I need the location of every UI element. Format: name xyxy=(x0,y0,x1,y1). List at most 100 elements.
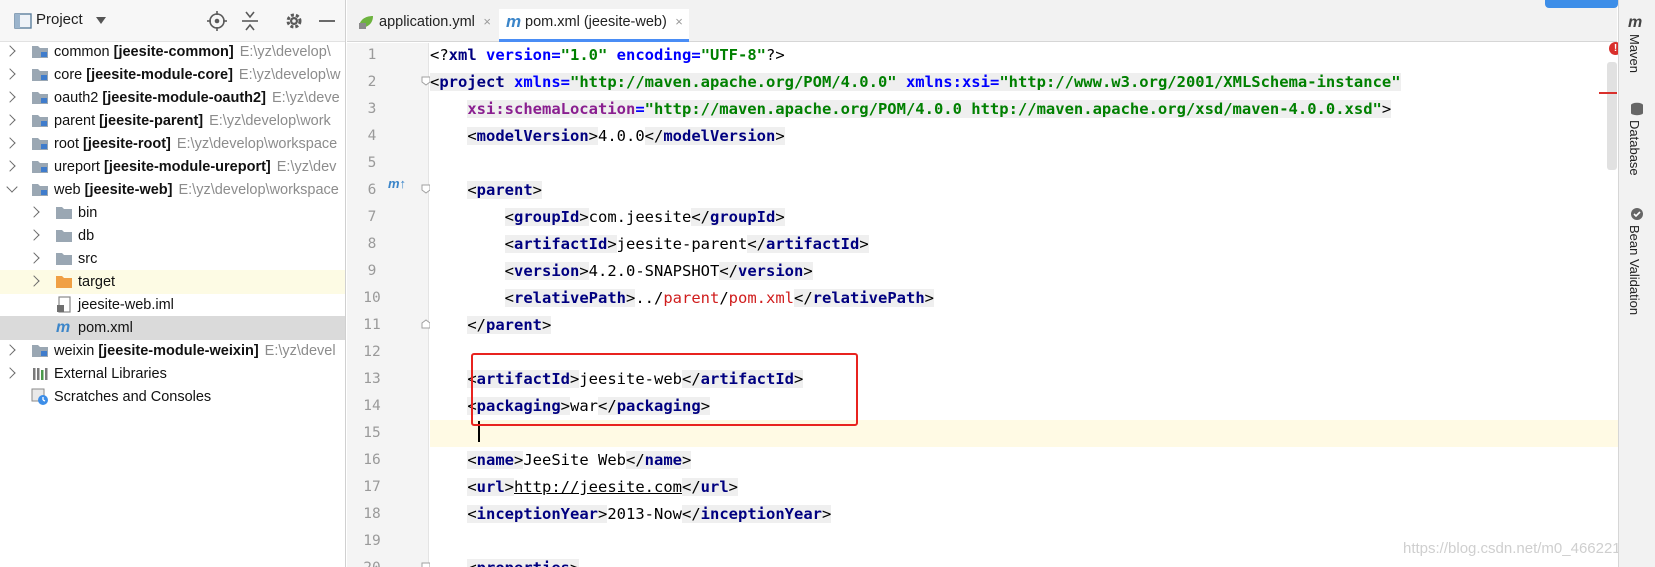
module-name: ureport xyxy=(54,159,100,175)
tree-label: Scratches and Consoles xyxy=(54,389,212,405)
tree-label: External Libraries xyxy=(54,366,167,382)
tree-item-common[interactable]: common [jeesite-common] E:\yz\develop\ xyxy=(0,40,345,64)
project-header: Project xyxy=(0,0,345,42)
locate-icon[interactable] xyxy=(206,10,228,32)
tree-item-pom[interactable]: m pom.xml xyxy=(0,316,345,340)
editor-tab-bar: application.yml × m pom.xml (jeesite-web… xyxy=(347,0,1617,42)
line-number: 3 xyxy=(367,101,377,117)
code-line-10: <relativePath>../parent/pom.xml</relativ… xyxy=(504,289,934,307)
chevron-right-icon[interactable] xyxy=(4,91,16,103)
chevron-right-icon[interactable] xyxy=(28,229,40,241)
code-editor[interactable]: <?xml version="1.0" encoding="UTF-8"?> <… xyxy=(430,43,1618,567)
module-name: weixin xyxy=(54,343,95,359)
tab-application-yml[interactable]: application.yml × xyxy=(353,9,497,35)
line-number: 10 xyxy=(363,290,381,306)
project-view-icon xyxy=(14,13,32,29)
tree-item-external-libraries[interactable]: External Libraries xyxy=(0,362,345,386)
module-folder-icon xyxy=(32,184,48,196)
line-number: 15 xyxy=(363,425,381,441)
tree-item-src[interactable]: src xyxy=(0,247,345,271)
chevron-right-icon[interactable] xyxy=(4,45,16,57)
line-number: 14 xyxy=(363,398,381,414)
folder-icon xyxy=(56,230,72,242)
tree-item-bin[interactable]: bin xyxy=(0,201,345,225)
line-number: 20 xyxy=(347,555,397,567)
tree-item-db[interactable]: db xyxy=(0,224,345,248)
maven-icon: m xyxy=(1628,14,1643,31)
watermark: https://blog.csdn.net/m0_46622166 xyxy=(1403,540,1638,557)
excluded-folder-icon xyxy=(56,276,72,288)
module-artifact: [jeesite-module-ureport] xyxy=(103,159,271,175)
module-folder-icon xyxy=(32,46,48,58)
editor-scrollbar[interactable] xyxy=(1607,62,1617,170)
folder-name: db xyxy=(78,228,95,244)
hide-icon[interactable] xyxy=(316,10,338,32)
tree-item-ureport[interactable]: ureport [jeesite-module-ureport] E:\yz\de… xyxy=(0,155,345,179)
chevron-down-icon[interactable] xyxy=(96,17,106,24)
tab-database[interactable]: Database xyxy=(1627,120,1642,176)
line-number: 19 xyxy=(363,533,381,549)
tab-bean-validation[interactable]: Bean Validation xyxy=(1627,225,1642,315)
url-link[interactable]: http://jeesite.com xyxy=(514,478,682,496)
chevron-right-icon[interactable] xyxy=(4,344,16,356)
bean-validation-icon xyxy=(1631,208,1643,220)
collapse-all-icon[interactable] xyxy=(239,10,261,32)
folder-name: bin xyxy=(78,205,98,221)
tree-item-iml[interactable]: jeesite-web.iml xyxy=(0,293,345,317)
module-artifact: [jeesite-parent] xyxy=(99,113,204,129)
module-folder-icon xyxy=(32,92,48,104)
tree-item-weixin[interactable]: weixin [jeesite-module-weixin] E:\yz\deve… xyxy=(0,339,345,363)
file-name: jeesite-web.iml xyxy=(78,297,174,313)
module-artifact: [jeesite-module-weixin] xyxy=(98,343,259,359)
project-view-title[interactable]: Project xyxy=(36,11,83,28)
tree-item-scratches[interactable]: Scratches and Consoles xyxy=(0,385,345,409)
module-folder-icon xyxy=(32,115,48,127)
module-folder-icon xyxy=(32,345,48,357)
tree-item-target[interactable]: target xyxy=(0,270,345,294)
maven-parent-marker-icon[interactable]: m↑ xyxy=(388,176,406,191)
tree-item-web[interactable]: web [jeesite-web] E:\yz\develop\workspace xyxy=(0,178,345,202)
tab-pom-xml[interactable]: m pom.xml (jeesite-web) × xyxy=(499,9,689,42)
chevron-right-icon[interactable] xyxy=(28,275,40,287)
chevron-right-icon[interactable] xyxy=(28,252,40,264)
line-number: 8 xyxy=(367,236,377,252)
tab-maven[interactable]: Maven xyxy=(1627,34,1642,73)
chevron-right-icon[interactable] xyxy=(28,206,40,218)
folder-name: src xyxy=(78,251,98,267)
line-number: 7 xyxy=(367,209,377,225)
module-path: E:\yz\develop\ xyxy=(239,44,331,60)
line-number: 18 xyxy=(363,506,381,522)
chevron-right-icon[interactable] xyxy=(4,160,16,172)
module-folder-icon xyxy=(32,138,48,150)
close-icon[interactable]: × xyxy=(483,9,491,35)
tree-item-root[interactable]: root [jeesite-root] E:\yz\develop\workspa… xyxy=(0,132,345,156)
module-name: oauth2 xyxy=(54,90,99,106)
code-line-4: <modelVersion>4.0.0</modelVersion> xyxy=(467,127,785,145)
chevron-down-icon[interactable] xyxy=(6,181,18,193)
chevron-right-icon[interactable] xyxy=(4,137,16,149)
chevron-right-icon[interactable] xyxy=(4,114,16,126)
chevron-right-icon[interactable] xyxy=(4,367,16,379)
tree-item-oauth2[interactable]: oauth2 [jeesite-module-oauth2] E:\yz\deve xyxy=(0,86,345,110)
library-icon xyxy=(33,368,48,380)
gear-icon[interactable] xyxy=(283,10,305,32)
line-number: 4 xyxy=(367,128,377,144)
line-number: 12 xyxy=(363,344,381,360)
code-line-8: <artifactId>jeesite-parent</artifactId> xyxy=(504,235,869,253)
editor-gutter[interactable]: 1 2 3 4 5 6 7 8 9 10 11 12 13 14 15 16 1… xyxy=(347,43,452,567)
scratches-icon xyxy=(31,388,48,405)
module-path: E:\yz\devel xyxy=(264,343,336,359)
database-icon xyxy=(1631,102,1643,116)
tree-item-parent[interactable]: parent [jeesite-parent] E:\yz\develop\wor… xyxy=(0,109,345,133)
code-line-7: <groupId>com.jeesite</groupId> xyxy=(504,208,785,226)
close-icon[interactable]: × xyxy=(675,9,683,35)
tab-label: application.yml xyxy=(379,14,475,30)
chevron-right-icon[interactable] xyxy=(4,68,16,80)
notification-badge xyxy=(1545,0,1618,8)
line-number: 9 xyxy=(367,263,377,279)
module-path: E:\yz\dev xyxy=(276,159,337,175)
error-stripe-marker[interactable] xyxy=(1599,92,1617,94)
module-artifact: [jeesite-common] xyxy=(113,44,234,60)
folder-name: target xyxy=(78,274,116,290)
tree-item-core[interactable]: core [jeesite-module-core] E:\yz\develop\… xyxy=(0,63,345,87)
